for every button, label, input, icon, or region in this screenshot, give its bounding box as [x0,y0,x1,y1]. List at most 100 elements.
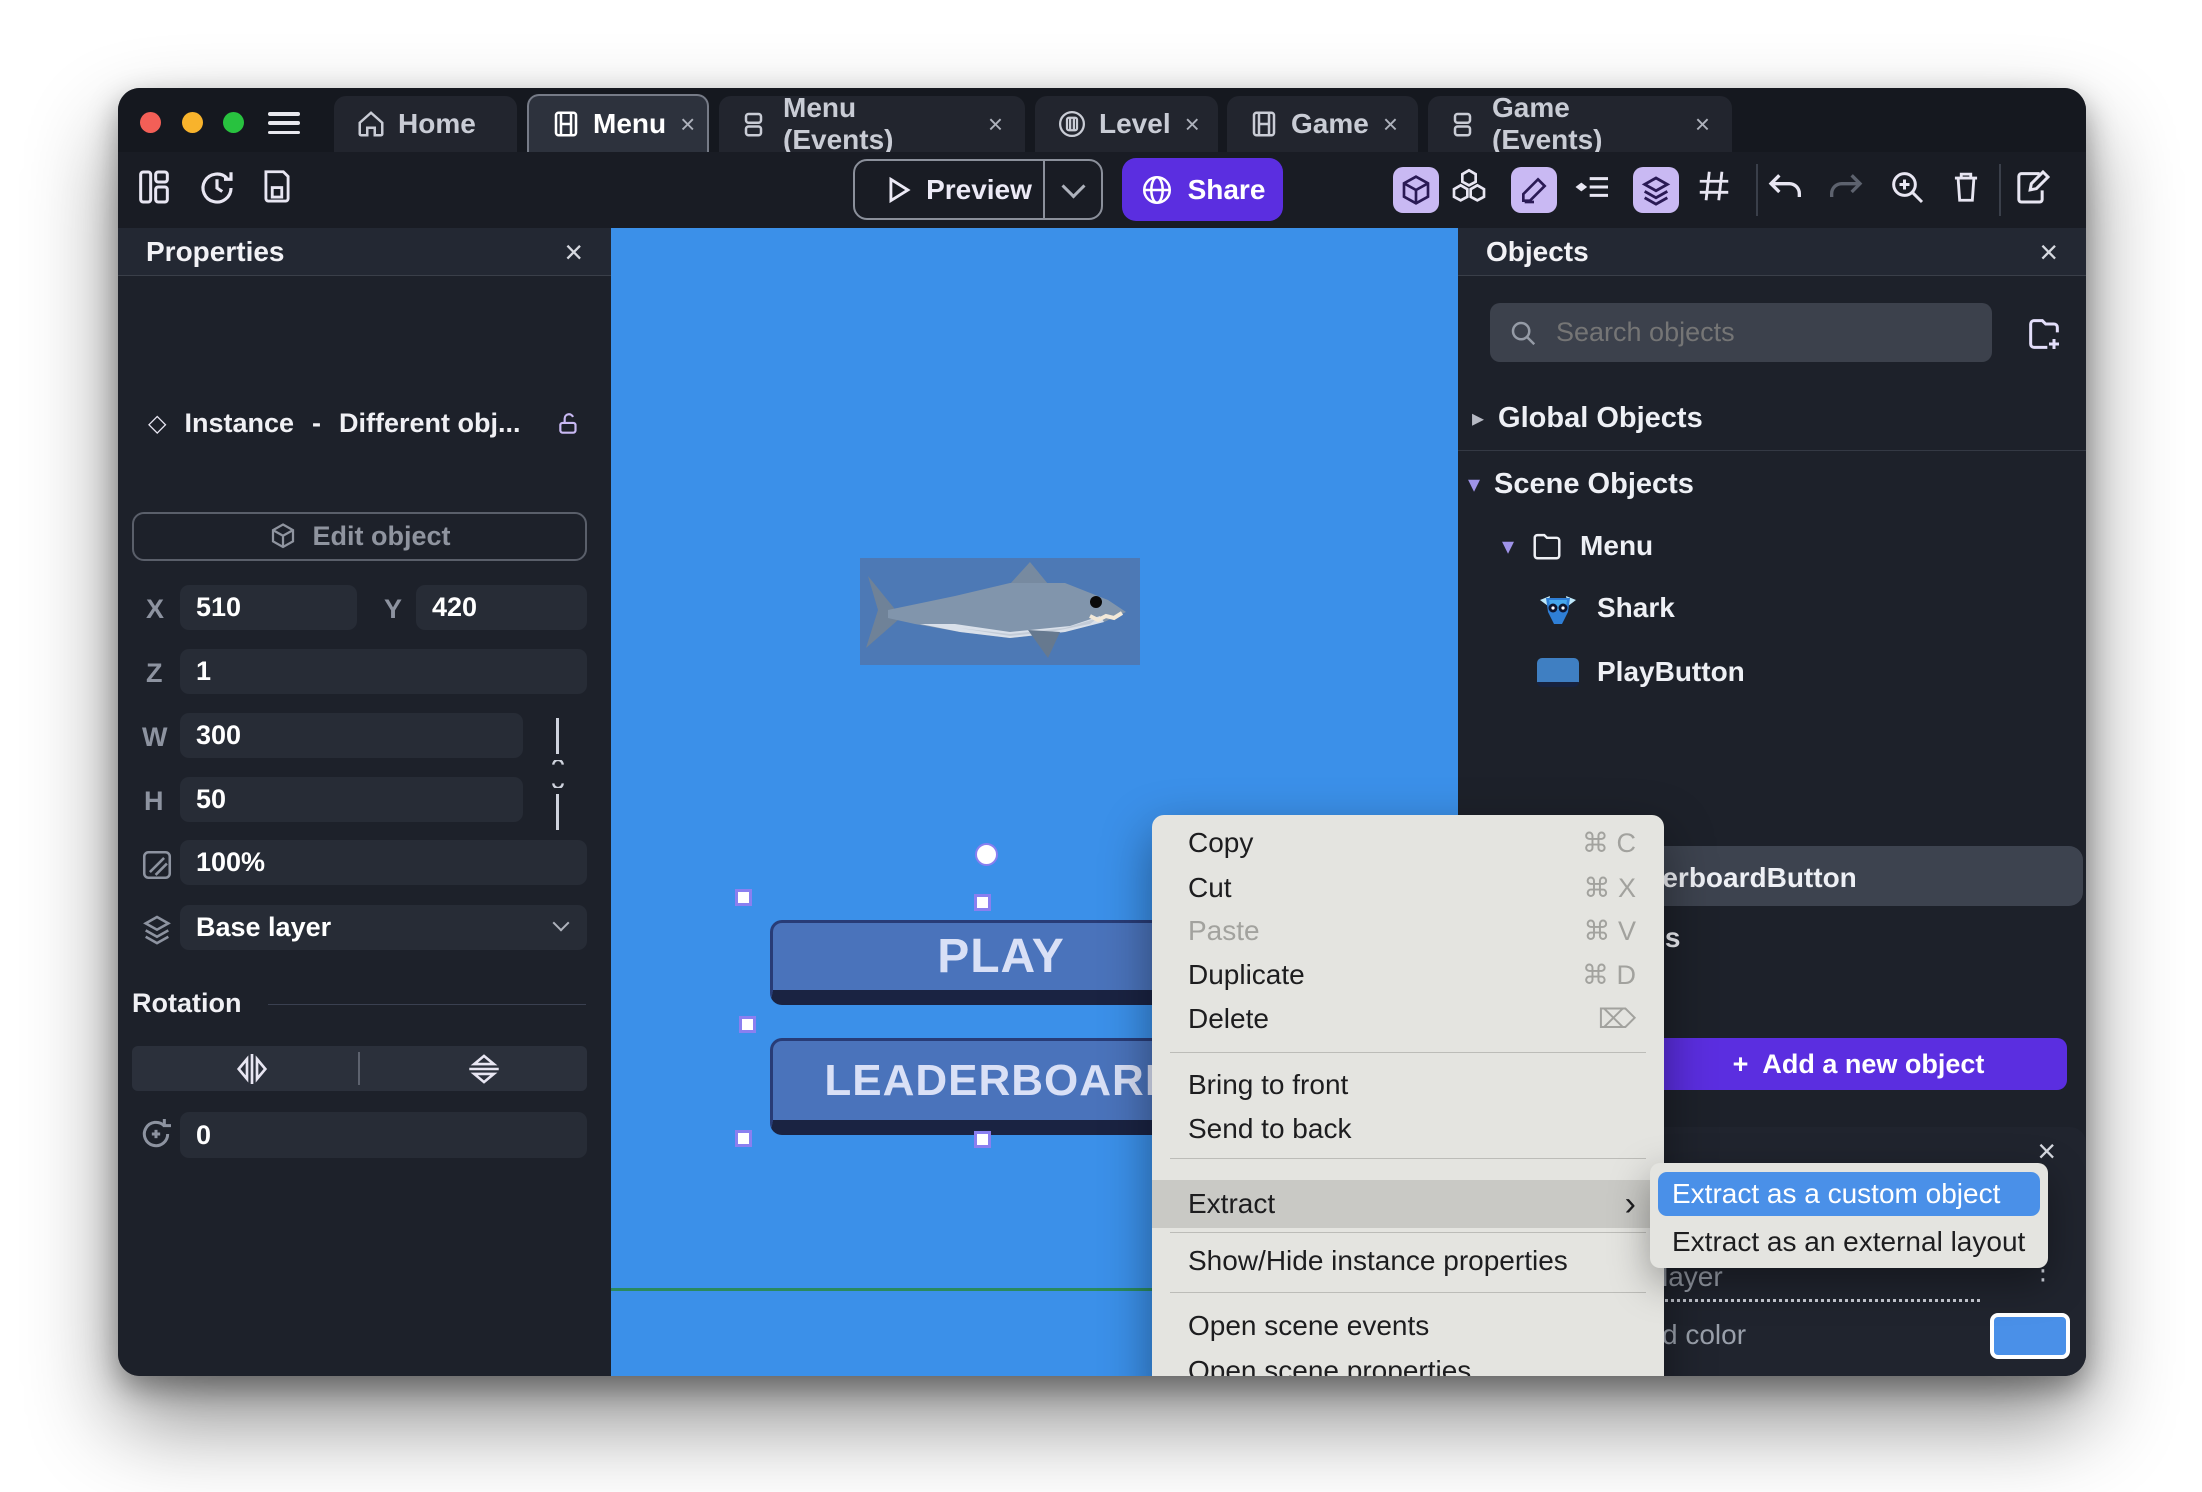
menu-item-delete[interactable]: Delete ⌦ [1152,997,1664,1041]
h-label: H [144,786,164,816]
instructions-list-button[interactable] [1573,167,1613,207]
layer-icon [143,915,171,945]
tab-level[interactable]: Level × [1035,96,1218,152]
grid-button[interactable] [1695,167,1733,205]
add-new-object-label: Add a new object [1762,1048,1985,1079]
object-mode-button[interactable] [1393,167,1439,213]
open-project-manager-button[interactable] [134,167,174,207]
selection-handle[interactable] [735,1130,752,1147]
undo-icon [1768,174,1801,197]
menu-item-extract[interactable]: Extract › [1152,1180,1664,1228]
global-objects-row[interactable]: ▸ Global Objects [1472,402,1703,435]
scrollbar[interactable] [2051,1175,2063,1291]
zoom-button[interactable] [1887,167,1927,207]
close-icon[interactable]: × [564,236,583,268]
menu-item-cut[interactable]: Cut ⌘ X [1152,866,1664,910]
submenu-arrow-icon: › [1624,1184,1636,1223]
submenu-item-extract-custom-object[interactable]: Extract as a custom object [1658,1172,2040,1216]
add-folder-icon[interactable] [2024,314,2064,354]
close-tab-icon[interactable]: × [1695,109,1710,140]
tab-menu-events[interactable]: Menu (Events) × [719,92,1025,155]
z-field[interactable] [180,649,587,694]
y-field[interactable] [416,585,587,630]
menu-shortcut: ⌘ C [1582,827,1636,858]
preview-options-button[interactable] [1045,174,1101,199]
play-icon [889,176,911,203]
close-tab-icon[interactable]: × [988,109,1003,140]
selection-handle[interactable] [974,1131,991,1148]
menu-item-open-scene-events[interactable]: Open scene events [1152,1304,1664,1348]
tab-menu[interactable]: Menu × [527,94,709,152]
tab-game[interactable]: Game × [1227,96,1418,152]
unlock-icon[interactable] [556,410,582,438]
preview-button[interactable]: Preview [853,159,1103,220]
menu-item-paste[interactable]: Paste ⌘ V [1152,909,1664,953]
background-color-swatch[interactable] [1990,1313,2070,1359]
hamburger-menu-icon[interactable] [268,112,300,134]
close-tab-icon[interactable]: × [1383,109,1398,140]
menu-item-copy[interactable]: Copy ⌘ C [1152,821,1664,865]
delete-button[interactable] [1947,167,1985,205]
menu-item-label: Send to back [1188,1113,1352,1144]
minimize-window-button[interactable] [182,112,203,133]
instance-type-label: Instance [184,408,295,438]
edit-object-button[interactable]: Edit object [132,512,587,561]
menu-item-duplicate[interactable]: Duplicate ⌘ D [1152,953,1664,997]
history-button[interactable] [196,167,238,209]
close-tab-icon[interactable]: × [1185,109,1200,140]
global-objects-label: Global Objects [1498,402,1703,434]
scene-icon [1252,111,1276,137]
add-new-object-button[interactable]: + Add a new object [1650,1038,2067,1090]
h-field[interactable] [180,777,523,822]
close-icon[interactable]: × [2039,236,2058,268]
y-label: Y [384,594,403,624]
flip-horizontal-button[interactable] [232,1052,272,1086]
instance-separator: - [312,408,322,438]
selection-handle[interactable] [735,889,752,906]
shark-sprite[interactable] [860,558,1140,665]
close-icon[interactable]: × [2037,1135,2056,1167]
link-dimensions-icon[interactable] [544,760,572,788]
share-label: Share [1187,173,1266,205]
search-input[interactable] [1554,316,1958,349]
search-box[interactable] [1490,303,1992,362]
scene-objects-label: Scene Objects [1494,468,1694,500]
tab-game-events[interactable]: Game (Events) × [1428,92,1732,155]
rotate-handle[interactable] [975,843,998,866]
flip-vertical-button[interactable] [464,1051,504,1087]
scene-objects-row[interactable]: ▾ Scene Objects [1468,468,1694,501]
opacity-field[interactable] [180,840,587,885]
menu-item-bring-to-front[interactable]: Bring to front [1152,1063,1664,1107]
menu-item-label: Paste [1188,915,1260,946]
rotation-field[interactable] [180,1112,587,1158]
close-tab-icon[interactable]: × [680,109,695,140]
object-row-shark[interactable]: Shark [1537,588,1675,628]
save-button[interactable] [258,167,296,205]
instances-button[interactable] [1449,167,1489,207]
undo-button[interactable] [1766,167,1806,207]
edit-mode-button[interactable] [1511,167,1557,213]
selection-handle[interactable] [974,894,991,911]
menu-item-send-to-back[interactable]: Send to back [1152,1107,1664,1151]
w-field[interactable] [180,713,523,758]
play-button-text: PLAY [937,930,1065,983]
close-window-button[interactable] [140,112,161,133]
folder-row-menu[interactable]: ▾ Menu [1502,530,1653,562]
submenu-item-extract-external-layout[interactable]: Extract as an external layout [1658,1220,2040,1264]
edit-scene-properties-button[interactable] [2013,167,2053,207]
trash-icon [1954,172,1978,202]
x-field[interactable] [180,585,357,630]
maximize-window-button[interactable] [223,112,244,133]
layers-panel-button[interactable] [1633,167,1679,213]
edit-object-label: Edit object [312,521,451,551]
tab-home[interactable]: Home [334,96,517,152]
share-button[interactable]: Share [1122,158,1283,221]
layer-select-value: Base layer [196,912,332,942]
layer-select[interactable]: Base layer [180,905,587,950]
redo-button[interactable] [1825,167,1865,207]
menu-item-open-scene-properties[interactable]: Open scene properties [1152,1349,1664,1376]
gdevelop-window: Home Menu × Menu (Events) × Level × Game… [118,88,2086,1376]
object-row-playbutton[interactable]: PlayButton [1537,656,1745,688]
menu-item-show-hide-instance-properties[interactable]: Show/Hide instance properties [1152,1239,1664,1283]
selection-handle[interactable] [739,1016,756,1033]
